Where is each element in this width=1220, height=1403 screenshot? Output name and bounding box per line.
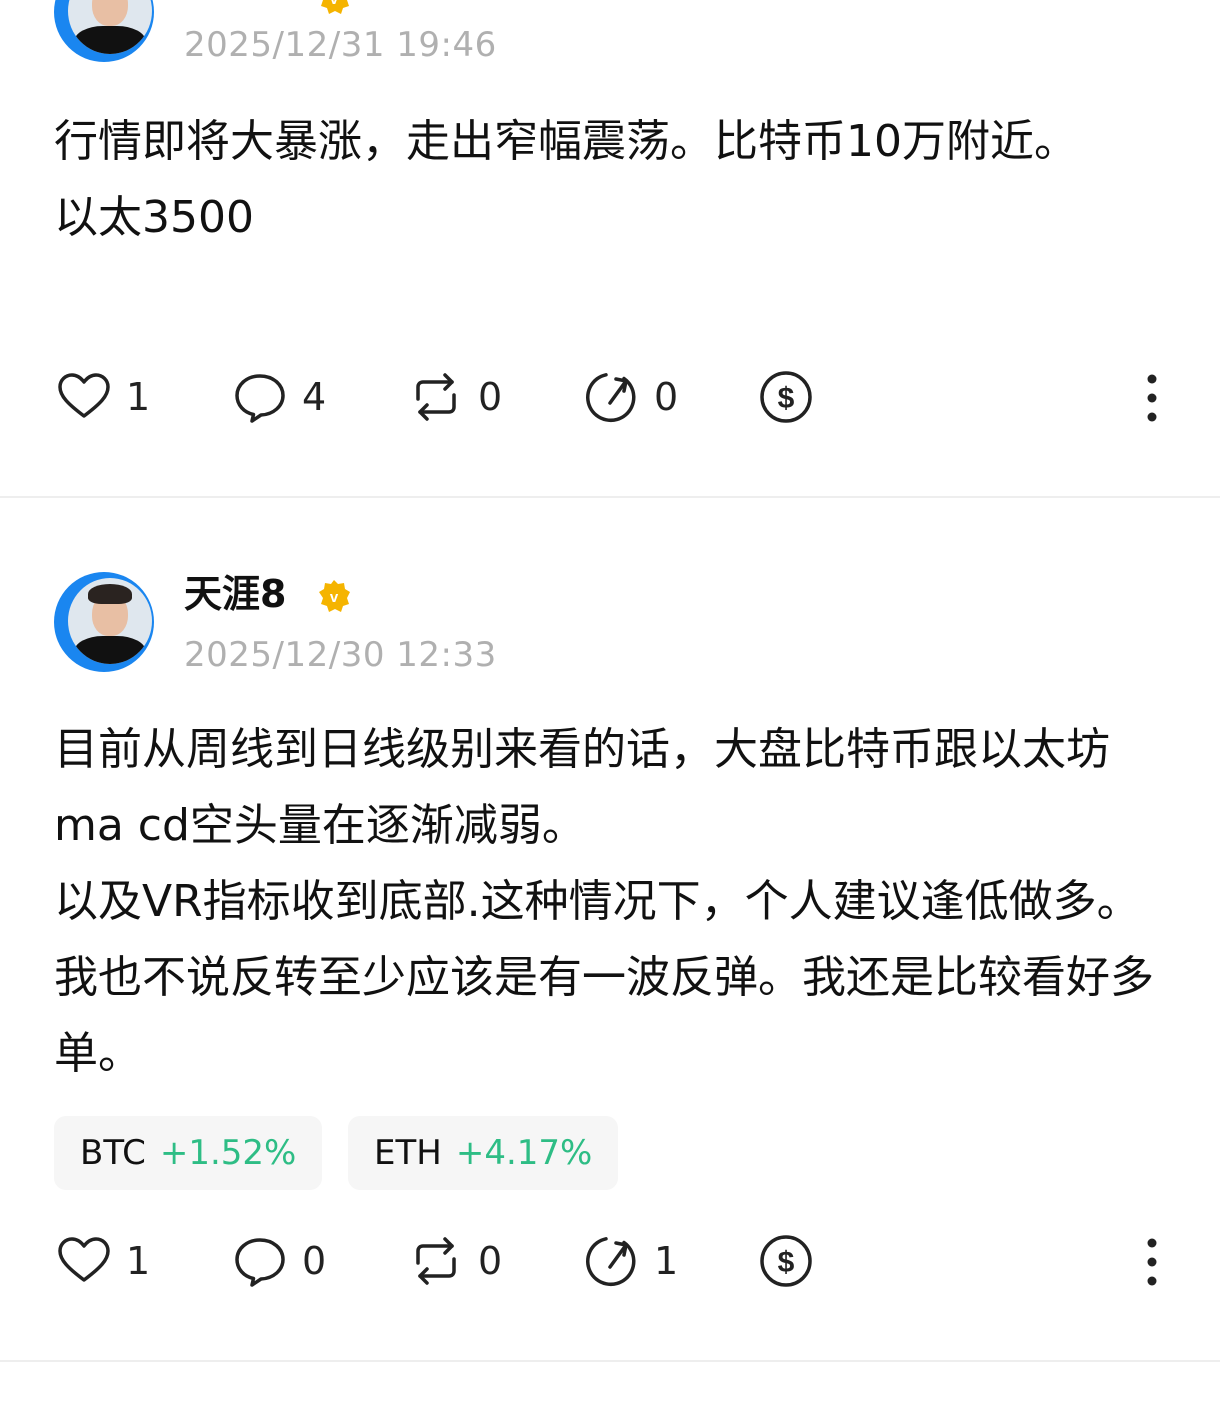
repost-count: 0 bbox=[478, 1239, 503, 1283]
svg-text:v: v bbox=[330, 589, 339, 606]
post-card[interactable]: v 2025/12/31 19:46 行情即将大暴涨，走出窄幅震荡。比特币10万… bbox=[0, 0, 1220, 496]
comment-button[interactable]: 0 bbox=[232, 1226, 326, 1296]
ticker-symbol: BTC bbox=[80, 1133, 146, 1173]
repost-button[interactable]: 0 bbox=[408, 362, 502, 432]
username[interactable]: 天涯8 bbox=[184, 570, 286, 618]
content-paragraph: 行情即将大暴涨，走出窄幅震荡。比特币10万附近。 bbox=[54, 116, 1078, 167]
heart-icon bbox=[58, 373, 110, 418]
content-paragraph: 以及VR指标收到底部.这种情况下，个人建议逢低做多。我也不说反转至少应该是有一波… bbox=[54, 876, 1154, 1079]
dollar-icon: $ bbox=[760, 371, 812, 423]
share-count: 1 bbox=[654, 1239, 679, 1283]
ticker-symbol: ETH bbox=[374, 1133, 442, 1173]
like-button[interactable]: 1 bbox=[56, 1226, 150, 1296]
heart-icon bbox=[58, 1237, 110, 1282]
comment-button[interactable]: 4 bbox=[232, 362, 326, 432]
more-options-icon[interactable] bbox=[1132, 362, 1172, 432]
avatar[interactable] bbox=[54, 0, 154, 62]
ticker-tag-btc[interactable]: BTC +1.52% bbox=[54, 1116, 323, 1190]
comment-count: 0 bbox=[302, 1239, 327, 1283]
verified-badge-icon: v bbox=[319, 580, 350, 612]
repost-icon bbox=[416, 373, 456, 421]
comment-icon bbox=[235, 1238, 285, 1287]
action-bar: 1 0 0 1 $ bbox=[0, 1226, 1220, 1296]
post-timestamp: 2025/12/30 12:33 bbox=[184, 635, 497, 675]
avatar-photo bbox=[68, 0, 152, 54]
like-button[interactable]: 1 bbox=[56, 362, 150, 432]
action-bar: 1 4 0 0 $ bbox=[0, 362, 1220, 432]
svg-text:v: v bbox=[330, 0, 339, 8]
ticker-tag-eth[interactable]: ETH +4.17% bbox=[348, 1116, 619, 1190]
share-icon bbox=[586, 373, 636, 423]
ticker-change: +4.17% bbox=[455, 1133, 593, 1173]
post-content: 行情即将大暴涨，走出窄幅震荡。比特币10万附近。 以太3500 bbox=[54, 104, 1164, 256]
more-options-icon[interactable] bbox=[1132, 1226, 1172, 1296]
tip-button[interactable]: $ bbox=[758, 362, 814, 432]
ticker-change: +1.52% bbox=[159, 1133, 297, 1173]
like-count: 1 bbox=[126, 1239, 151, 1283]
svg-text:$: $ bbox=[778, 1246, 795, 1279]
avatar-photo bbox=[68, 578, 152, 664]
share-button[interactable]: 0 bbox=[584, 362, 678, 432]
comment-count: 4 bbox=[302, 375, 327, 419]
post-timestamp: 2025/12/31 19:46 bbox=[184, 25, 497, 65]
post-divider bbox=[0, 1360, 1220, 1362]
verified-badge-icon: v bbox=[321, 0, 349, 14]
share-button[interactable]: 1 bbox=[584, 1226, 678, 1296]
share-count: 0 bbox=[654, 375, 679, 419]
repost-button[interactable]: 0 bbox=[408, 1226, 502, 1296]
tip-button[interactable]: $ bbox=[758, 1226, 814, 1296]
svg-text:$: $ bbox=[778, 382, 795, 415]
content-paragraph: 以太3500 bbox=[54, 192, 254, 243]
like-count: 1 bbox=[126, 375, 151, 419]
content-paragraph: 目前从周线到日线级别来看的话，大盘比特币跟以太坊ma cd空头量在逐渐减弱。 bbox=[54, 724, 1110, 851]
comment-icon bbox=[235, 374, 285, 423]
dollar-icon: $ bbox=[760, 1235, 812, 1287]
repost-icon bbox=[416, 1237, 456, 1285]
share-icon bbox=[586, 1237, 636, 1287]
avatar[interactable] bbox=[54, 572, 154, 672]
repost-count: 0 bbox=[478, 375, 503, 419]
post-content: 目前从周线到日线级别来看的话，大盘比特币跟以太坊ma cd空头量在逐渐减弱。 以… bbox=[54, 712, 1164, 1092]
